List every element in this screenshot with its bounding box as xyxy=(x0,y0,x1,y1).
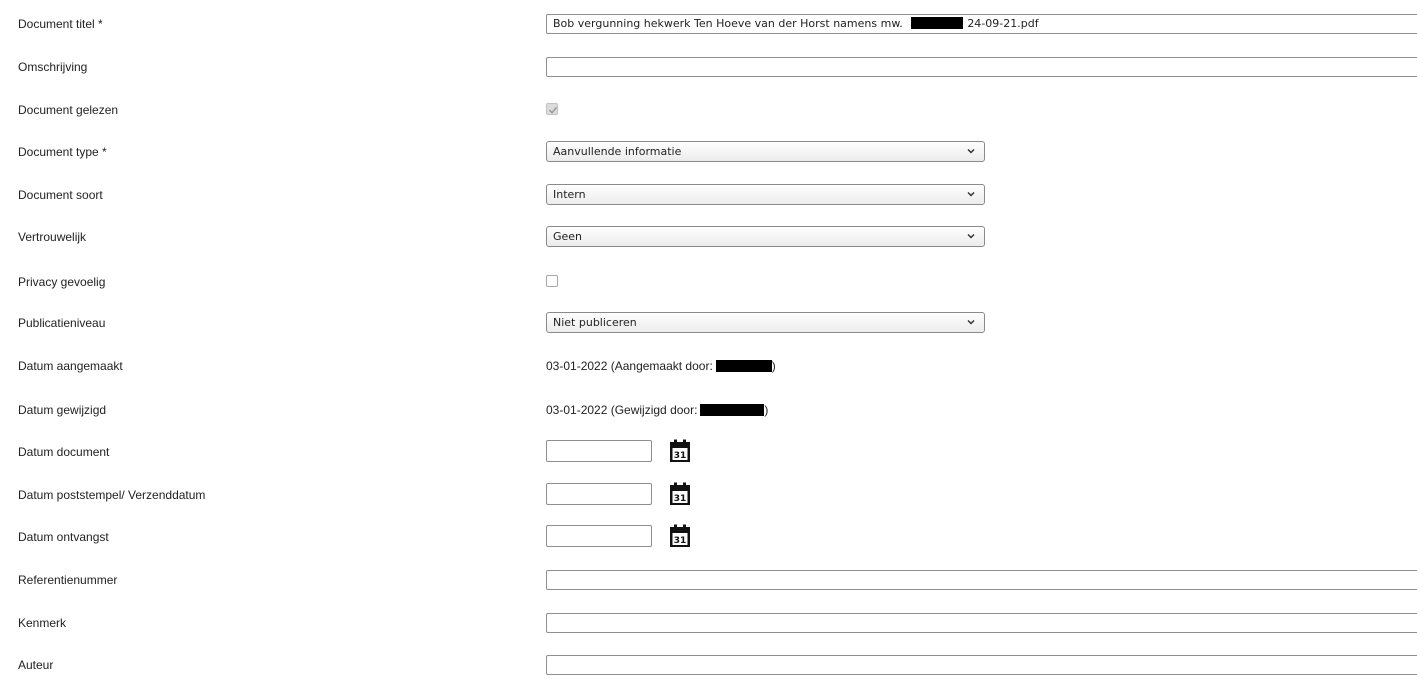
vertrouwelijk-label: Vertrouwelijk xyxy=(18,230,87,244)
row-document-type: Document type * Aanvullende informatie xyxy=(0,138,1417,168)
document-gelezen-label: Document gelezen xyxy=(18,103,119,117)
chevron-down-icon xyxy=(967,319,975,325)
vertrouwelijk-select[interactable]: Geen xyxy=(546,226,985,247)
row-datum-poststempel: Datum poststempel/ Verzenddatum 31 xyxy=(0,481,1417,511)
row-omschrijving: Omschrijving xyxy=(0,53,1417,83)
row-datum-document: Datum document 31 xyxy=(0,438,1417,468)
row-vertrouwelijk: Vertrouwelijk Geen xyxy=(0,223,1417,253)
publicatieniveau-select[interactable]: Niet publiceren xyxy=(546,312,985,333)
row-auteur: Auteur xyxy=(0,651,1417,681)
row-datum-aangemaakt: Datum aangemaakt 03-01-2022 (Aangemaakt … xyxy=(0,352,1417,382)
redacted-block xyxy=(700,404,765,416)
document-soort-label: Document soort xyxy=(18,188,103,202)
datum-gewijzigd-prefix: 03-01-2022 (Gewijzigd door: xyxy=(546,403,698,417)
row-document-soort: Document soort Intern xyxy=(0,181,1417,211)
document-type-select[interactable]: Aanvullende informatie xyxy=(546,141,985,162)
publicatieniveau-field-wrap: Niet publiceren xyxy=(546,309,1417,339)
row-document-titel: Document titel * Bob vergunning hekwerk … xyxy=(0,10,1417,40)
datum-aangemaakt-label: Datum aangemaakt xyxy=(18,359,123,373)
calendar-icon[interactable]: 31 xyxy=(668,439,692,463)
row-publicatieniveau: Publicatieniveau Niet publiceren xyxy=(0,309,1417,339)
document-type-field-wrap: Aanvullende informatie xyxy=(546,138,1417,168)
calendar-day: 31 xyxy=(674,494,687,504)
document-gelezen-field-wrap xyxy=(546,96,1417,126)
checkmark-icon xyxy=(548,106,558,114)
datum-document-field-wrap: 31 xyxy=(546,438,1417,468)
document-titel-value-suffix: 24-09-21.pdf xyxy=(967,17,1039,30)
datum-aangemaakt-prefix: 03-01-2022 (Aangemaakt door: xyxy=(546,359,713,373)
datum-gewijzigd-label: Datum gewijzigd xyxy=(18,403,107,417)
document-gelezen-checkbox[interactable] xyxy=(546,103,558,115)
document-soort-select[interactable]: Intern xyxy=(546,184,985,205)
datum-aangemaakt-value: 03-01-2022 (Aangemaakt door:) xyxy=(546,359,776,373)
row-datum-gewijzigd: Datum gewijzigd 03-01-2022 (Gewijzigd do… xyxy=(0,396,1417,426)
referentienummer-label: Referentienummer xyxy=(18,573,118,587)
datum-gewijzigd-value: 03-01-2022 (Gewijzigd door:) xyxy=(546,403,768,417)
datum-gewijzigd-suffix: ) xyxy=(764,403,769,417)
omschrijving-label: Omschrijving xyxy=(18,60,88,74)
datum-poststempel-field-wrap: 31 xyxy=(546,481,1417,511)
calendar-icon[interactable]: 31 xyxy=(668,482,692,506)
publicatieniveau-label: Publicatieniveau xyxy=(18,316,106,330)
document-type-selected: Aanvullende informatie xyxy=(553,145,682,158)
datum-aangemaakt-suffix: ) xyxy=(771,359,776,373)
document-soort-selected: Intern xyxy=(553,188,586,201)
document-titel-label: Document titel * xyxy=(18,17,103,31)
privacy-gevoelig-field-wrap xyxy=(546,268,1417,298)
kenmerk-label: Kenmerk xyxy=(18,616,67,630)
row-datum-ontvangst: Datum ontvangst 31 xyxy=(0,523,1417,553)
row-referentienummer: Referentienummer xyxy=(0,566,1417,596)
redacted-block xyxy=(911,17,964,29)
calendar-day: 31 xyxy=(674,451,687,461)
omschrijving-field-wrap xyxy=(546,53,1417,83)
document-titel-field-wrap: Bob vergunning hekwerk Ten Hoeve van der… xyxy=(546,10,1417,40)
referentienummer-input[interactable] xyxy=(546,570,1417,590)
kenmerk-input[interactable] xyxy=(546,613,1417,633)
datum-poststempel-label: Datum poststempel/ Verzenddatum xyxy=(18,488,206,502)
referentienummer-field-wrap xyxy=(546,566,1417,596)
datum-document-input[interactable] xyxy=(546,440,652,462)
auteur-field-wrap xyxy=(546,651,1417,681)
document-titel-input[interactable]: Bob vergunning hekwerk Ten Hoeve van der… xyxy=(546,14,1417,34)
document-soort-field-wrap: Intern xyxy=(546,181,1417,211)
document-form: Document titel * Bob vergunning hekwerk … xyxy=(0,0,1417,675)
calendar-icon[interactable]: 31 xyxy=(668,524,692,548)
datum-document-label: Datum document xyxy=(18,445,110,459)
datum-poststempel-input[interactable] xyxy=(546,483,652,505)
omschrijving-input[interactable] xyxy=(546,57,1417,77)
calendar-day: 31 xyxy=(674,536,687,546)
chevron-down-icon xyxy=(967,191,975,197)
datum-aangemaakt-field-wrap: 03-01-2022 (Aangemaakt door:) xyxy=(546,352,1417,382)
vertrouwelijk-selected: Geen xyxy=(553,230,583,243)
publicatieniveau-selected: Niet publiceren xyxy=(553,316,637,329)
vertrouwelijk-field-wrap: Geen xyxy=(546,223,1417,253)
chevron-down-icon xyxy=(967,233,975,239)
auteur-input[interactable] xyxy=(546,655,1417,675)
datum-ontvangst-input[interactable] xyxy=(546,525,652,547)
redacted-block xyxy=(715,360,772,372)
kenmerk-field-wrap xyxy=(546,609,1417,639)
privacy-gevoelig-checkbox[interactable] xyxy=(546,275,558,287)
datum-ontvangst-field-wrap: 31 xyxy=(546,523,1417,553)
privacy-gevoelig-label: Privacy gevoelig xyxy=(18,275,106,289)
chevron-down-icon xyxy=(967,148,975,154)
row-kenmerk: Kenmerk xyxy=(0,609,1417,639)
datum-ontvangst-label: Datum ontvangst xyxy=(18,530,109,544)
row-privacy-gevoelig: Privacy gevoelig xyxy=(0,268,1417,298)
document-titel-value-prefix: Bob vergunning hekwerk Ten Hoeve van der… xyxy=(553,17,903,30)
document-type-label: Document type * xyxy=(18,145,107,159)
datum-gewijzigd-field-wrap: 03-01-2022 (Gewijzigd door:) xyxy=(546,396,1417,426)
row-document-gelezen: Document gelezen xyxy=(0,96,1417,126)
